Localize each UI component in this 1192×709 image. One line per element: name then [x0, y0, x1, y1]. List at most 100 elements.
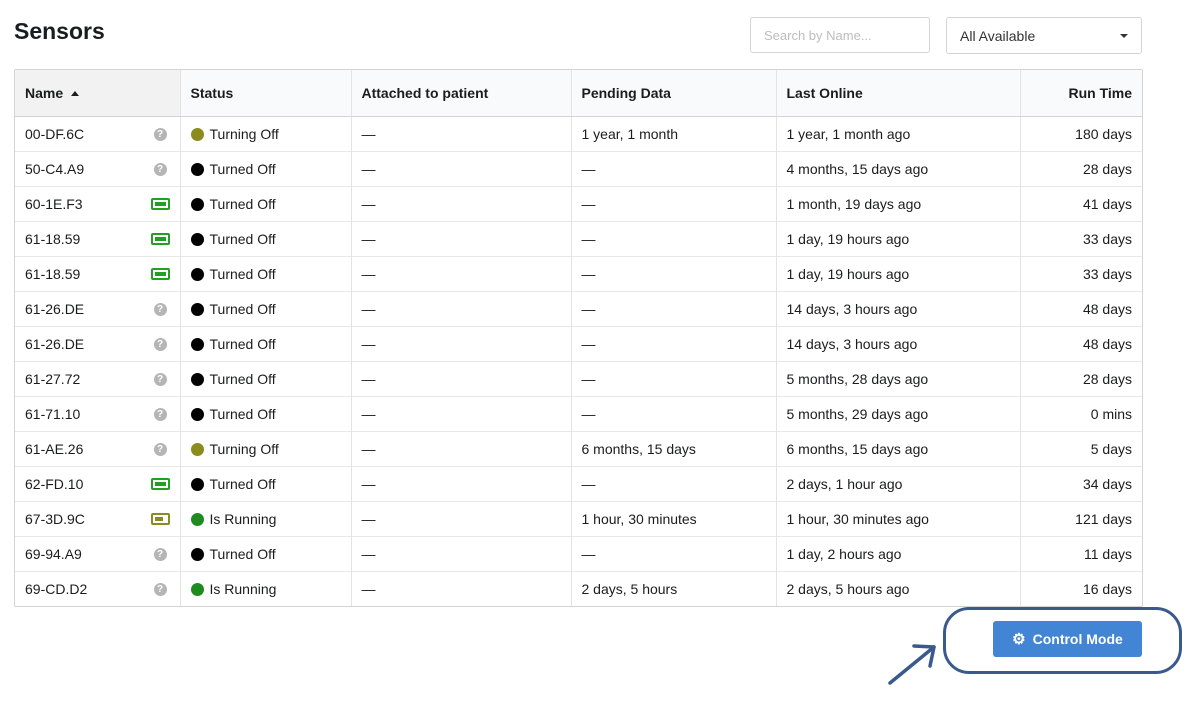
cell-last-online: 1 month, 19 days ago [775, 186, 1020, 222]
control-mode-button[interactable]: ⚙ Control Mode [993, 621, 1142, 657]
sensor-name[interactable]: 60-1E.F3 [25, 196, 83, 212]
sensor-name[interactable]: 61-26.DE [25, 336, 84, 352]
battery-full-icon [150, 198, 170, 210]
annotation-arrow-icon [888, 644, 936, 685]
cell-pending: — [570, 256, 776, 292]
cell-pending: — [570, 466, 776, 502]
cell-name: 67-3D.9C [15, 501, 180, 537]
status-text: Turned Off [209, 161, 276, 177]
sensor-name[interactable]: 61-26.DE [25, 301, 84, 317]
column-header-name[interactable]: Name [15, 70, 180, 117]
control-mode-label: Control Mode [1032, 631, 1123, 647]
cell-last-online: 5 months, 28 days ago [775, 361, 1020, 397]
table-row[interactable]: 67-3D.9C Is Running —1 hour, 30 minutes 1 h… [15, 501, 1142, 537]
cell-run-time: 28 days [1019, 361, 1142, 397]
column-header-status[interactable]: Status [179, 70, 351, 117]
status-dot-icon [190, 267, 204, 281]
sensors-page: Sensors All Available Name Status Attach… [0, 0, 1192, 709]
status-dot-icon [190, 477, 204, 491]
status-text: Is Running [209, 581, 277, 597]
cell-last-online: 2 days, 1 hour ago [775, 466, 1020, 502]
sensor-name[interactable]: 00-DF.6C [25, 126, 84, 142]
sensor-name[interactable]: 61-AE.26 [25, 441, 83, 457]
table-row[interactable]: 61-71.10? Turned Off — —5 months, 29 days a… [15, 396, 1142, 432]
cell-run-time: 11 days [1019, 536, 1142, 572]
question-icon: ? [153, 547, 167, 561]
column-header-run-time[interactable]: Run Time [1019, 70, 1142, 117]
column-header-attached[interactable]: Attached to patient [350, 70, 571, 117]
table-row[interactable]: 62-FD.10 Turned Off — —2 days, 1 hour ago 34… [15, 466, 1142, 502]
cell-attached: — [350, 466, 571, 502]
question-icon: ? [153, 407, 167, 421]
table-header-row: Name Status Attached to patient Pending … [15, 70, 1142, 117]
sensor-name[interactable]: 61-71.10 [25, 406, 80, 422]
cell-name: 69-CD.D2? [15, 571, 180, 606]
sensor-name[interactable]: 69-CD.D2 [25, 581, 87, 597]
cell-name: 61-71.10? [15, 396, 180, 432]
table-row[interactable]: 60-1E.F3 Turned Off — —1 month, 19 days ago… [15, 186, 1142, 222]
table-row[interactable]: 50-C4.A9? Turned Off — —4 months, 15 days a… [15, 151, 1142, 187]
status-dot-icon [190, 232, 204, 246]
table-row[interactable]: 61-27.72? Turned Off — —5 months, 28 days a… [15, 361, 1142, 397]
cell-pending: — [570, 396, 776, 432]
cell-last-online: 2 days, 5 hours ago [775, 571, 1020, 606]
table-row[interactable]: 61-26.DE? Turned Off — —14 days, 3 hours ag… [15, 326, 1142, 362]
sort-ascending-icon [71, 91, 80, 96]
sensor-name[interactable]: 67-3D.9C [25, 511, 85, 527]
availability-dropdown[interactable]: All Available [946, 17, 1142, 54]
cell-run-time: 28 days [1019, 151, 1142, 187]
cell-status: Turned Off [179, 361, 351, 397]
table-row[interactable]: 69-94.A9? Turned Off — —1 day, 2 hours ago 1… [15, 536, 1142, 572]
cell-attached: — [350, 221, 571, 257]
status-dot-icon [190, 302, 204, 316]
column-header-pending[interactable]: Pending Data [570, 70, 776, 117]
cell-last-online: 1 day, 19 hours ago [775, 221, 1020, 257]
status-text: Turning Off [209, 126, 279, 142]
cell-pending: — [570, 221, 776, 257]
battery-full-icon [150, 268, 170, 280]
cell-run-time: 48 days [1019, 326, 1142, 362]
cell-status: Is Running [179, 501, 351, 537]
cell-last-online: 14 days, 3 hours ago [775, 291, 1020, 327]
sensor-name[interactable]: 69-94.A9 [25, 546, 82, 562]
battery-full-icon [150, 233, 170, 245]
status-dot-icon [190, 197, 204, 211]
cell-last-online: 1 day, 2 hours ago [775, 536, 1020, 572]
status-text: Turned Off [209, 301, 276, 317]
table-row[interactable]: 61-AE.26? Turning Off —6 months, 15 days 6 … [15, 431, 1142, 467]
cell-name: 61-AE.26? [15, 431, 180, 467]
status-text: Turned Off [209, 231, 276, 247]
status-dot-icon [190, 442, 204, 456]
status-dot-icon [190, 372, 204, 386]
table-row[interactable]: 00-DF.6C? Turning Off —1 year, 1 month 1 ye… [15, 116, 1142, 152]
sensor-name[interactable]: 61-18.59 [25, 231, 80, 247]
status-text: Turned Off [209, 336, 276, 352]
sensor-name[interactable]: 61-27.72 [25, 371, 80, 387]
table-row[interactable]: 61-26.DE? Turned Off — —14 days, 3 hours ag… [15, 291, 1142, 327]
availability-dropdown-value: All Available [960, 27, 1036, 44]
cell-pending: — [570, 186, 776, 222]
status-dot-icon [190, 162, 204, 176]
column-header-last-online[interactable]: Last Online [775, 70, 1020, 117]
search-input[interactable] [750, 17, 930, 53]
sensor-name[interactable]: 61-18.59 [25, 266, 80, 282]
cell-name: 60-1E.F3 [15, 186, 180, 222]
status-text: Turned Off [209, 266, 276, 282]
cell-last-online: 6 months, 15 days ago [775, 431, 1020, 467]
cell-status: Turned Off [179, 326, 351, 362]
sensor-name[interactable]: 62-FD.10 [25, 476, 83, 492]
cell-status: Turned Off [179, 256, 351, 292]
status-dot-icon [190, 582, 204, 596]
cell-pending: — [570, 536, 776, 572]
cell-pending: — [570, 326, 776, 362]
cell-status: Turned Off [179, 186, 351, 222]
question-icon: ? [153, 127, 167, 141]
table-row[interactable]: 61-18.59 Turned Off — —1 day, 19 hours ago 3… [15, 221, 1142, 257]
cell-attached: — [350, 536, 571, 572]
table-row[interactable]: 69-CD.D2? Is Running —2 days, 5 hours 2 day… [15, 571, 1142, 606]
cell-run-time: 180 days [1019, 116, 1142, 152]
table-row[interactable]: 61-18.59 Turned Off — —1 day, 19 hours ago 3… [15, 256, 1142, 292]
cell-last-online: 1 hour, 30 minutes ago [775, 501, 1020, 537]
sensor-name[interactable]: 50-C4.A9 [25, 161, 84, 177]
cell-pending: — [570, 151, 776, 187]
